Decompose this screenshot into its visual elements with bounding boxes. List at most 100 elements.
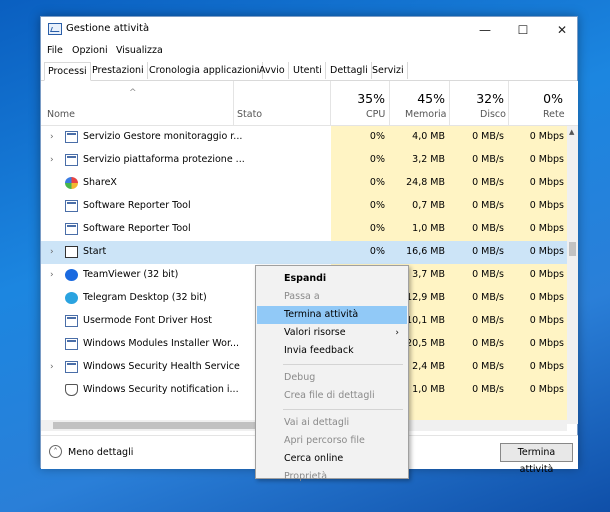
scroll-up-icon[interactable]: ▲ — [569, 128, 574, 136]
title-bar[interactable]: Gestione attività — ☐ ✕ — [41, 17, 577, 43]
column-disk[interactable]: Disco — [480, 109, 506, 120]
process-row[interactable]: › Servizio piattaforma protezione ... 0% 3,… — [41, 149, 567, 172]
expand-chevron-icon[interactable]: › — [50, 155, 54, 165]
cpu-total[interactable]: 35% — [335, 91, 385, 106]
end-task-button[interactable]: Termina attività — [500, 443, 573, 475]
context-menu-item[interactable]: Invia feedback — [257, 342, 407, 360]
column-cpu[interactable]: CPU — [366, 109, 385, 120]
tab-dettagli[interactable]: Dettagli — [327, 62, 372, 79]
context-menu-item-label: Apri percorso file — [284, 435, 365, 446]
context-menu-item[interactable]: Cerca online — [257, 450, 407, 468]
process-name: Telegram Desktop (32 bit) — [83, 292, 207, 303]
disk-value: 0 MB/s — [472, 131, 504, 142]
tab-utenti[interactable]: Utenti — [290, 62, 326, 79]
expand-chevron-icon[interactable]: › — [50, 132, 54, 142]
column-network[interactable]: Rete — [543, 109, 565, 120]
memory-total[interactable]: 45% — [395, 91, 445, 106]
process-row[interactable]: Software Reporter Tool 0% 1,0 MB 0 MB/s 0 Mb… — [41, 218, 567, 241]
shield-icon — [65, 384, 78, 396]
disk-value: 0 MB/s — [472, 177, 504, 188]
context-menu-item[interactable]: Espandi — [257, 270, 407, 288]
network-value: 0 Mbps — [529, 131, 564, 142]
tab-avvio[interactable]: Avvio — [256, 62, 289, 79]
disk-value: 0 MB/s — [472, 292, 504, 303]
context-menu-item[interactable]: Valori risorse › — [257, 324, 407, 342]
collapse-up-icon[interactable]: ˄ — [49, 445, 62, 458]
vertical-scrollbar[interactable]: ▲ — [567, 126, 578, 424]
context-menu-item-label: Debug — [284, 372, 316, 383]
context-menu-item[interactable]: Termina attività — [257, 306, 407, 324]
context-menu-item: Apri percorso file — [257, 432, 407, 450]
expand-chevron-icon[interactable]: › — [50, 362, 54, 372]
expand-chevron-icon[interactable]: › — [50, 270, 54, 280]
desktop-background: Gestione attività — ☐ ✕ File Opzioni Vis… — [0, 0, 610, 512]
cpu-value: 0% — [369, 154, 385, 165]
tab-servizi[interactable]: Servizi — [369, 62, 408, 79]
tab-prestazioni[interactable]: Prestazioni — [89, 62, 148, 79]
minimize-button[interactable]: — — [469, 17, 501, 43]
disk-value: 0 MB/s — [472, 223, 504, 234]
process-name: Usermode Font Driver Host — [83, 315, 213, 326]
context-menu-item-label: Espandi — [284, 273, 327, 284]
close-button[interactable]: ✕ — [546, 17, 578, 43]
process-row[interactable]: Software Reporter Tool 0% 0,7 MB 0 MB/s 0 Mb… — [41, 195, 567, 218]
context-menu: Espandi Passa a Termina attività Valori ris… — [255, 265, 409, 482]
tab-cronologia-applicazioni[interactable]: Cronologia applicazioni — [146, 62, 264, 79]
menu-visualizza[interactable]: Visualizza — [116, 45, 163, 56]
tab-processi[interactable]: Processi — [44, 62, 91, 81]
network-value: 0 Mbps — [529, 338, 564, 349]
task-manager-icon — [48, 23, 62, 35]
service-icon — [65, 154, 78, 166]
window-title: Gestione attività — [66, 23, 150, 34]
app-window-icon — [65, 338, 78, 350]
context-menu-item-label: Valori risorse — [284, 327, 346, 338]
context-menu-item-label: Cerca online — [284, 453, 344, 464]
menu-opzioni[interactable]: Opzioni — [72, 45, 108, 56]
network-value: 0 Mbps — [529, 269, 564, 280]
context-menu-item-label: Vai ai dettagli — [284, 417, 350, 428]
network-value: 0 Mbps — [529, 154, 564, 165]
start-icon — [65, 246, 78, 258]
network-value: 0 Mbps — [529, 384, 564, 395]
app-window-icon — [65, 223, 78, 235]
context-menu-item: Passa a — [257, 288, 407, 306]
column-name[interactable]: Nome — [47, 109, 75, 120]
context-menu-item-label: Termina attività — [284, 309, 359, 320]
teamviewer-icon — [65, 269, 78, 281]
process-name: ShareX — [83, 177, 117, 188]
telegram-icon — [65, 292, 78, 304]
memory-value: 1,0 MB — [412, 223, 445, 234]
process-row[interactable]: ShareX 0% 24,8 MB 0 MB/s 0 Mbps — [41, 172, 567, 195]
expand-chevron-icon[interactable]: › — [50, 247, 54, 257]
context-menu-item: Crea file di dettagli — [257, 387, 407, 405]
disk-value: 0 MB/s — [472, 154, 504, 165]
menu-file[interactable]: File — [47, 45, 63, 56]
disk-total[interactable]: 32% — [454, 91, 504, 106]
cpu-value: 0% — [369, 246, 385, 257]
less-details-link[interactable]: Meno dettagli — [68, 447, 133, 458]
process-name: TeamViewer (32 bit) — [83, 269, 179, 280]
vertical-scroll-thumb[interactable] — [569, 242, 576, 256]
column-status[interactable]: Stato — [237, 109, 262, 120]
process-name: Servizio Gestore monitoraggio r... — [83, 131, 243, 142]
process-row[interactable]: › Servizio Gestore monitoraggio r... 0% 4,0… — [41, 126, 567, 149]
service-icon — [65, 361, 78, 373]
cpu-value: 0% — [369, 200, 385, 211]
process-name: Windows Modules Installer Wor... — [83, 338, 240, 349]
maximize-button[interactable]: ☐ — [507, 17, 539, 43]
disk-value: 0 MB/s — [472, 269, 504, 280]
process-name: Start — [83, 246, 107, 257]
network-value: 0 Mbps — [529, 246, 564, 257]
menu-separator — [283, 364, 403, 365]
network-total[interactable]: 0% — [513, 91, 563, 106]
cpu-value: 0% — [369, 223, 385, 234]
tab-bar: Processi Prestazioni Cronologia applicaz… — [41, 62, 577, 81]
network-value: 0 Mbps — [529, 292, 564, 303]
process-row[interactable]: › Start 0% 16,6 MB 0 MB/s 0 Mbps — [41, 241, 567, 264]
network-value: 0 Mbps — [529, 177, 564, 188]
column-memory[interactable]: Memoria — [405, 109, 446, 120]
app-window-icon — [65, 200, 78, 212]
disk-value: 0 MB/s — [472, 246, 504, 257]
process-name: Software Reporter Tool — [83, 223, 191, 234]
app-window-icon — [65, 315, 78, 327]
